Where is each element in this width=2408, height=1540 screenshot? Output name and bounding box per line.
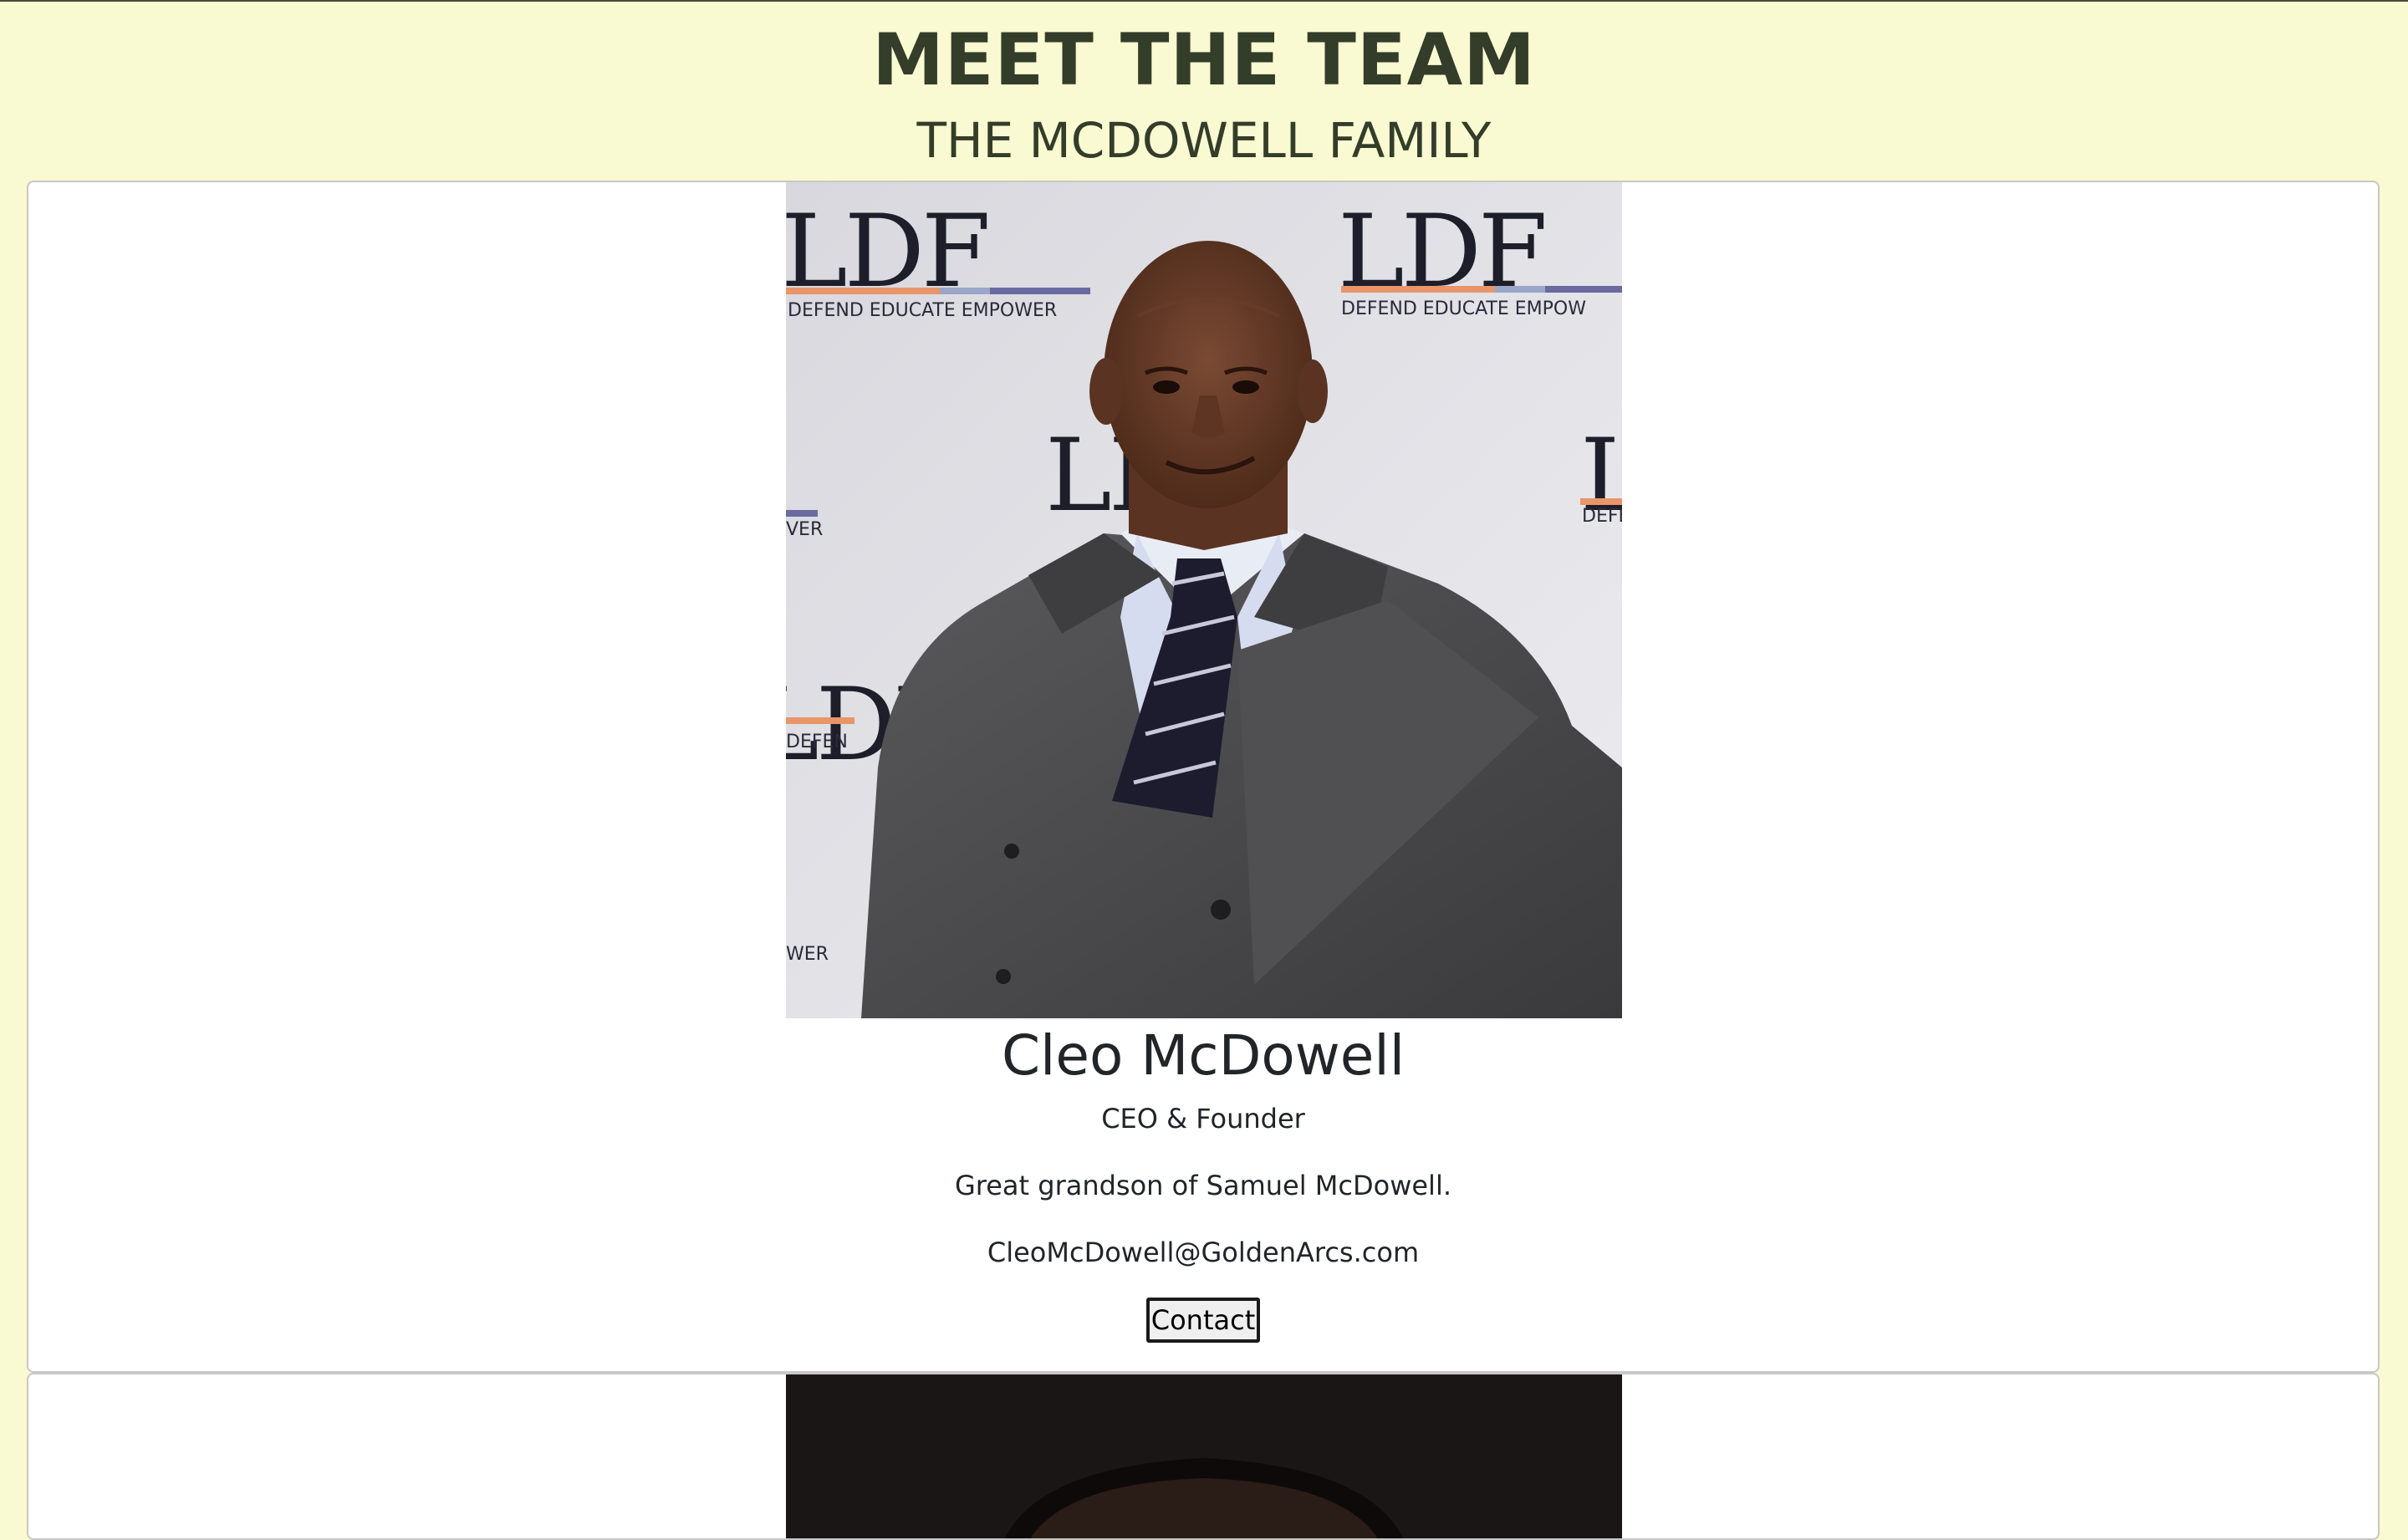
contact-button-container: Contact xyxy=(28,1298,2378,1343)
member-email: CleoMcDowell@GoldenArcs.com xyxy=(987,1237,1420,1268)
svg-text:LDF: LDF xyxy=(1338,194,1544,310)
contact-button[interactable]: Contact xyxy=(1145,1298,1261,1343)
page-subtitle: THE MCDOWELL FAMILY xyxy=(916,112,1492,169)
svg-text:DEFEND EDUCATE EMPOW: DEFEND EDUCATE EMPOW xyxy=(1341,298,1586,319)
member-portrait-image xyxy=(786,1374,1622,1538)
svg-text:DEFE: DEFE xyxy=(1582,506,1622,527)
member-bio: Great grandson of Samuel McDowell. xyxy=(954,1170,1451,1201)
member-portrait-image: LDF LDF LDF LDF LDF DEFEND EDUCATE EMPOW… xyxy=(786,182,1622,1018)
team-member-card: LDF LDF LDF LDF LDF DEFEND EDUCATE EMPOW… xyxy=(27,181,2380,1373)
team-member-card xyxy=(27,1373,2380,1540)
svg-text:DEFEND EDUCATE EMPOWER: DEFEND EDUCATE EMPOWER xyxy=(788,300,1057,321)
svg-text:VER: VER xyxy=(786,519,823,540)
member-name: Cleo McDowell xyxy=(1001,1023,1406,1088)
member-role: CEO & Founder xyxy=(1101,1103,1305,1135)
member-photo xyxy=(786,1374,1622,1538)
svg-text:WER: WER xyxy=(786,944,829,965)
page-title: MEET THE TEAM xyxy=(872,18,1536,102)
member-photo: LDF LDF LDF LDF LDF DEFEND EDUCATE EMPOW… xyxy=(786,182,1622,1018)
svg-text:DEFEN: DEFEN xyxy=(786,732,848,752)
